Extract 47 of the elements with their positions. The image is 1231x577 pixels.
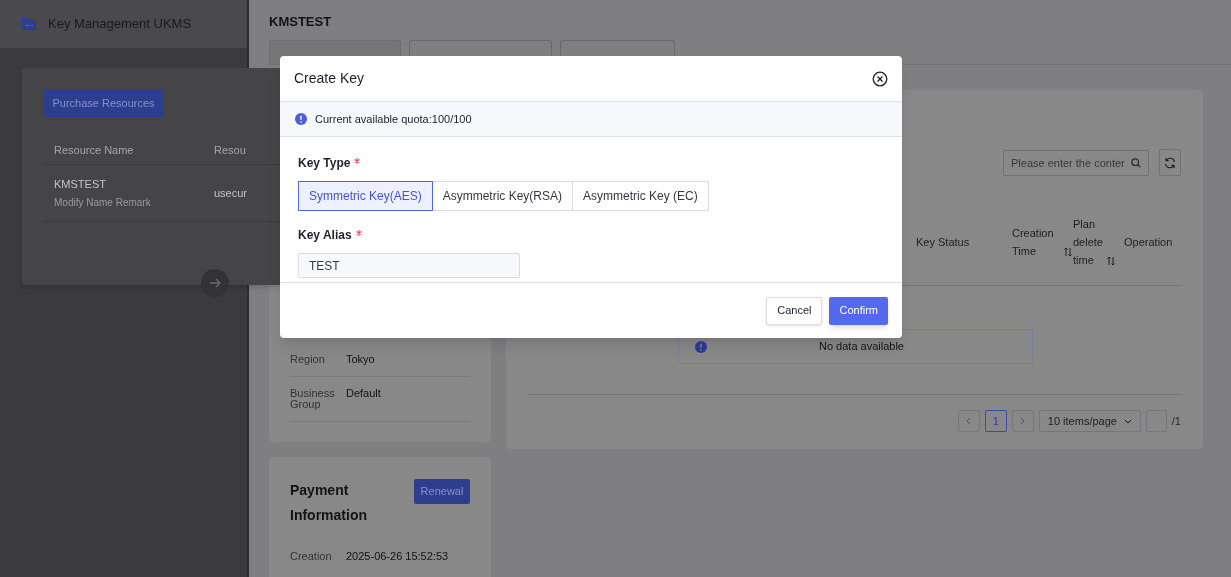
- detail-value: Default: [346, 388, 381, 401]
- column-header: Operation: [1124, 235, 1173, 248]
- column-header: Plan delete time: [1073, 216, 1104, 268]
- sort-icon[interactable]: [1064, 246, 1072, 257]
- folder-key-icon: [22, 18, 36, 30]
- key-type-option[interactable]: Symmetric Key(AES): [298, 181, 433, 211]
- chevron-down-icon: [1123, 418, 1132, 424]
- cancel-button[interactable]: Cancel: [766, 296, 823, 325]
- detail-value: 2025-06-26 15:52:53: [346, 549, 449, 564]
- chevron-left-icon: [966, 417, 972, 425]
- field-label: Key Alias: [298, 227, 352, 244]
- sort-icon[interactable]: [1107, 255, 1115, 266]
- column-header: Key Status: [916, 235, 970, 248]
- key-type-option[interactable]: Asymmetric Key(RSA): [431, 181, 574, 211]
- refresh-icon: [1164, 156, 1176, 169]
- resource-name[interactable]: KMSTEST: [54, 176, 214, 193]
- purchase-resources-button[interactable]: Purchase Resources: [43, 89, 164, 117]
- info-icon: [295, 113, 307, 125]
- page-total: /1: [1171, 413, 1181, 429]
- resource-remark-link[interactable]: Modify Name Remark: [54, 194, 214, 210]
- key-type-option[interactable]: Asymmetric Key (EC): [572, 181, 709, 211]
- key-alias-input[interactable]: TEST: [298, 253, 520, 278]
- detail-label: Business Group: [290, 388, 336, 410]
- renewal-button[interactable]: Renewal: [414, 479, 470, 504]
- column-header: Resource Name: [54, 143, 135, 159]
- detail-label: Creation: [290, 549, 333, 564]
- search-icon: [1131, 157, 1141, 168]
- column-header: Creation Time: [1012, 225, 1055, 259]
- quota-text: Current available quota:100/100: [315, 111, 472, 127]
- page-size-select[interactable]: 10 items/page: [1038, 410, 1141, 432]
- arrow-right-icon: [209, 278, 221, 288]
- chevron-right-icon: [1020, 417, 1026, 425]
- table-cell-text: usecur: [214, 185, 248, 201]
- dialog-title: Create Key: [294, 69, 365, 88]
- detail-value: Tokyo: [346, 354, 375, 365]
- payment-title: Payment Information: [290, 481, 368, 525]
- refresh-button[interactable]: [1159, 149, 1181, 176]
- empty-message: No data available: [818, 339, 905, 355]
- field-label: Key Type: [298, 155, 351, 172]
- info-icon: [695, 340, 707, 353]
- column-header: Resou: [214, 143, 246, 159]
- detail-label: Region: [290, 354, 326, 365]
- confirm-button[interactable]: Confirm: [829, 296, 888, 325]
- close-icon: [872, 70, 888, 87]
- close-button[interactable]: [872, 70, 888, 87]
- drawer-title: KMSTEST: [269, 13, 333, 31]
- search-field[interactable]: Please enter the conter: [1003, 149, 1149, 176]
